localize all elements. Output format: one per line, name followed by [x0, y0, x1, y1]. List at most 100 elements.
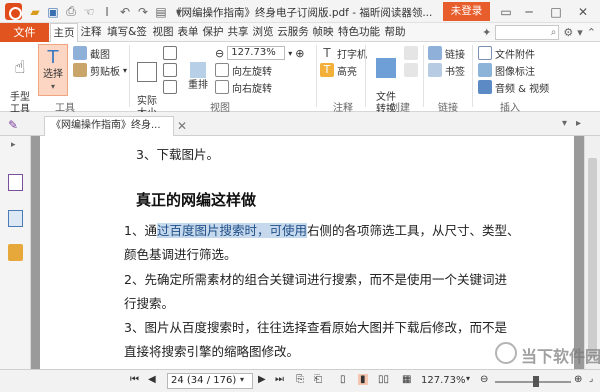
minimize-icon[interactable]: ─ — [518, 0, 540, 23]
zoom-slider-knob[interactable] — [533, 376, 539, 387]
status-zoom-dropdown-icon[interactable]: ▾ — [466, 374, 470, 383]
tabstrip-right-tools: ✦ ⌕ ⚙ ▾ ⌃ — [482, 25, 596, 40]
p1-suffix: 右侧的各项筛选工具，从尺寸、类型、 — [306, 223, 520, 238]
tab-list-icon[interactable]: ▾ — [562, 118, 567, 129]
doc-tab-close-icon[interactable]: ✕ — [177, 119, 187, 133]
clipboard-button[interactable]: 剪贴板 ▾ — [73, 63, 127, 78]
tab-view[interactable]: 视图 — [151, 23, 175, 42]
rotate-left-button[interactable]: 向左旋转 — [215, 63, 272, 78]
status-zoom-value[interactable]: 127.73% — [421, 375, 466, 386]
doc-tab[interactable]: 《网编操作指南》终身... — [44, 116, 174, 136]
attachment-icon — [478, 46, 492, 60]
file-attachment-button[interactable]: 文件附件 — [478, 46, 535, 61]
hand-tool-button[interactable]: ☝ 手型 工具 — [6, 46, 34, 116]
continuous-facing-icon[interactable]: ▦ — [402, 374, 411, 385]
tell-me-search[interactable]: ⌕ — [495, 25, 560, 40]
paragraph-2-line-1: 2、先确定所需素材的组合关键词进行搜索，而不是使用一个关键词进 — [124, 272, 507, 287]
tab-cloud[interactable]: 云服务 — [276, 23, 310, 42]
tab-protect[interactable]: 保护 — [201, 23, 225, 42]
typewriter-button[interactable]: T 打字机 — [320, 46, 367, 61]
hand-icon: ☝ — [14, 57, 26, 78]
tab-scroll-icon[interactable]: ▸ — [576, 118, 581, 129]
zoom-dropdown-icon[interactable]: ▾ — [288, 49, 292, 58]
select-tool-button[interactable]: T 选择 ▾ — [38, 44, 68, 96]
first-page-icon[interactable]: ⏮ — [130, 374, 139, 385]
fit-width-button[interactable] — [163, 63, 177, 77]
actual-size-button[interactable]: 实际 大小 — [134, 50, 160, 120]
reflow-button[interactable]: 重排 — [185, 62, 211, 92]
settings-icon[interactable]: ⚙ — [563, 26, 573, 39]
link-button[interactable]: 链接 — [428, 46, 465, 61]
window-title: 《网编操作指南》终身电子订阅版.pdf - 福昕阅读器领... — [171, 7, 433, 19]
status-expand-icon[interactable]: ⌟ — [589, 374, 593, 384]
create-pdf-icon — [404, 46, 418, 60]
group-separator — [129, 45, 130, 107]
tab-file[interactable]: 文件 — [0, 23, 49, 42]
maximize-icon[interactable]: □ — [545, 0, 567, 23]
paragraph-3-line-2: 直接将搜索引擎的缩略图修改。 — [124, 344, 300, 359]
tab-help[interactable]: 帮助 — [383, 23, 407, 42]
tab-form[interactable]: 表单 — [176, 23, 200, 42]
zoom-combo[interactable]: 127.73% — [227, 46, 286, 60]
create-small-button-2[interactable] — [404, 63, 418, 77]
prev-view-icon[interactable]: ⎘ — [296, 374, 304, 385]
lightbulb-icon[interactable]: ✦ — [482, 26, 491, 39]
redo-icon[interactable]: ↷ — [134, 4, 152, 19]
highlight-button[interactable]: T 高亮 — [320, 63, 357, 78]
vertical-scrollbar[interactable] — [584, 136, 600, 369]
prev-page-icon[interactable]: ◀ — [148, 374, 156, 385]
link-label: 链接 — [445, 49, 465, 61]
last-page-icon[interactable]: ⏭ — [275, 374, 284, 385]
fit-visible-button[interactable] — [163, 80, 177, 94]
left-navigation-pane: ▸ — [0, 136, 31, 369]
tab-fill-sign[interactable]: 填写&签名 — [104, 23, 150, 57]
tab-frame[interactable]: 帧映 — [311, 23, 335, 42]
document-tabs: ✎ 《网编操作指南》终身... ✕ ▾ ▸ — [0, 112, 600, 136]
select-small-icon[interactable]: I — [98, 4, 116, 19]
next-view-icon[interactable]: ⎗ — [314, 374, 322, 385]
tab-features[interactable]: 特色功能 — [336, 23, 382, 42]
print-icon[interactable]: ⎙ — [62, 4, 80, 19]
ribbon-collapse-icon[interactable]: ⌃ — [587, 26, 596, 39]
layers-icon[interactable] — [8, 210, 23, 227]
p1-prefix: 1、通 — [124, 223, 157, 238]
single-page-icon[interactable]: ▯ — [340, 374, 346, 385]
close-icon[interactable]: ✕ — [572, 0, 594, 23]
status-zoom-in-icon[interactable]: ⊕ — [574, 374, 582, 385]
create-small-button[interactable] — [404, 46, 418, 60]
skin-icon[interactable]: ▭ — [495, 0, 517, 23]
sign-icon[interactable]: ✎ — [8, 118, 18, 132]
hand-small-icon[interactable]: ☜ — [80, 4, 98, 19]
open-folder-icon[interactable]: ▰ — [26, 4, 44, 19]
continuous-page-icon[interactable]: ▮ — [358, 374, 368, 385]
save-icon[interactable]: ▣ — [44, 4, 62, 19]
zoom-in-icon[interactable]: ⊕ — [295, 47, 304, 60]
zoom-out-icon[interactable]: ⊖ — [215, 47, 224, 60]
expand-pane-icon[interactable]: ▸ — [11, 140, 16, 150]
screenshot-button[interactable]: 截图 — [73, 46, 110, 61]
pdf-page: 3、下载图片。 真正的网编这样做 1、通过百度图片搜索时，可使用右侧的各项筛选工… — [40, 136, 574, 369]
facing-page-icon[interactable]: ▯▯ — [378, 374, 389, 385]
rotate-right-button[interactable]: 向右旋转 — [215, 80, 272, 95]
tab-share[interactable]: 共享 — [226, 23, 250, 42]
tab-browse[interactable]: 浏览 — [251, 23, 275, 42]
audio-video-button[interactable]: 音频 & 视频 — [478, 80, 549, 95]
tab-comment[interactable]: 注释 — [79, 23, 103, 42]
highlighted-text[interactable]: 过百度图片搜索时，可使用 — [156, 223, 307, 238]
ribbon-dropdown-icon[interactable]: ▾ — [577, 26, 583, 39]
tab-home[interactable]: 主页 — [50, 23, 78, 43]
comments-icon[interactable] — [8, 244, 23, 261]
foxit-logo-icon[interactable] — [5, 3, 22, 20]
page-dropdown-icon[interactable]: ▾ — [240, 375, 244, 384]
fit-page-button[interactable] — [163, 46, 177, 60]
login-button[interactable]: 未登录 — [443, 2, 490, 21]
pages-icon[interactable] — [8, 174, 23, 191]
status-zoom-out-icon[interactable]: ⊖ — [480, 374, 488, 385]
next-page-icon[interactable]: ▶ — [258, 374, 266, 385]
title-bar: ▰ ▣ ⎙ ☜ I ↶ ↷ ▤ ▾ 《网编操作指南》终身电子订阅版.pdf - … — [0, 0, 600, 23]
new-doc-icon[interactable]: ▤ — [152, 4, 170, 19]
bookmark-button[interactable]: 书签 — [428, 63, 465, 78]
scrollbar-thumb[interactable] — [588, 158, 597, 358]
undo-icon[interactable]: ↶ — [116, 4, 134, 19]
image-annotation-button[interactable]: 图像标注 — [478, 63, 535, 78]
